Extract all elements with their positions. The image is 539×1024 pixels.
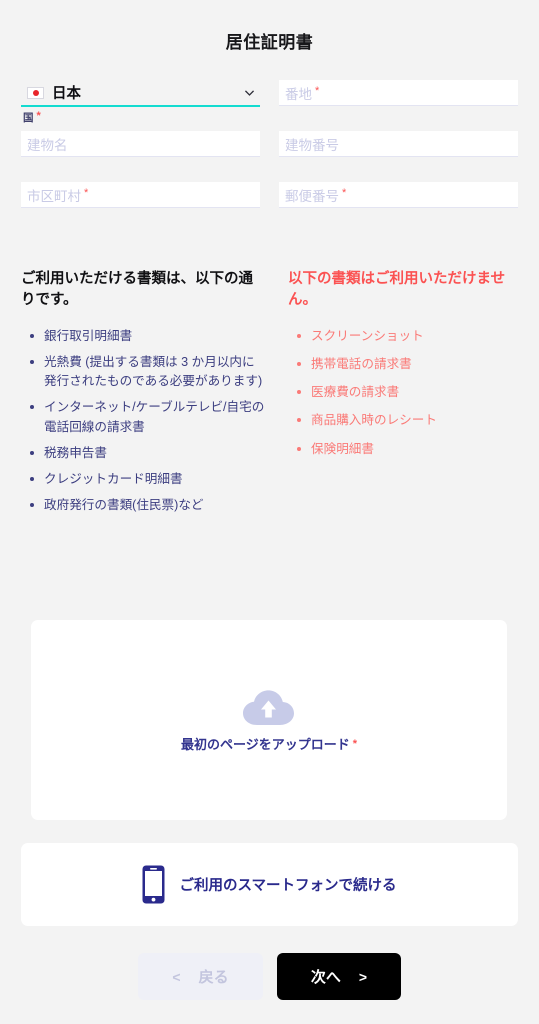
street-address-input[interactable]: 番地 * xyxy=(279,80,518,106)
continue-on-phone-label: ご利用のスマートフォンで続ける xyxy=(179,878,397,894)
list-item: 医療費の請求書 xyxy=(297,383,518,402)
back-button-label: 戻る xyxy=(198,969,229,986)
country-select[interactable]: 日本 xyxy=(21,80,260,107)
required-asterisk: * xyxy=(315,84,320,97)
building-number-placeholder: 建物番号 xyxy=(285,137,339,153)
postal-code-placeholder: 郵便番号 xyxy=(285,188,339,204)
country-label-text: 国 xyxy=(23,112,34,124)
list-item: インターネット/ケーブルテレビ/自宅の電話回線の請求書 xyxy=(30,398,266,436)
back-button[interactable]: < 戻る xyxy=(138,953,263,1000)
smartphone-icon xyxy=(142,865,165,904)
building-number-input[interactable]: 建物番号 xyxy=(279,131,518,157)
rejected-list: スクリーンショット 携帯電話の請求書 医療費の請求書 商品購入時のレシート 保険… xyxy=(285,327,518,459)
building-name-placeholder: 建物名 xyxy=(27,137,68,153)
list-item: 光熱費 (提出する書類は 3 か月以内に発行されたものである必要があります) xyxy=(30,353,266,391)
next-button[interactable]: 次へ > xyxy=(277,953,401,1000)
list-item: 政府発行の書類(住民票)など xyxy=(30,496,266,515)
country-value: 日本 xyxy=(52,86,81,102)
city-placeholder: 市区町村 xyxy=(27,188,81,204)
upload-label-text: 最初のページをアップロード xyxy=(180,737,350,752)
next-button-label: 次へ xyxy=(310,969,341,986)
accepted-documents: ご利用いただける書類は、以下の通りです。 銀行取引明細書 光熱費 (提出する書類… xyxy=(21,269,266,522)
postal-code-input[interactable]: 郵便番号 * xyxy=(279,182,518,208)
list-item: 保険明細書 xyxy=(297,440,518,459)
building-name-input[interactable]: 建物名 xyxy=(21,131,260,157)
country-label: 国 * xyxy=(21,110,260,125)
list-item: 銀行取引明細書 xyxy=(30,327,266,346)
street-address-placeholder: 番地 xyxy=(285,86,312,102)
jp-flag-icon xyxy=(27,86,44,99)
country-field: 日本 国 * xyxy=(21,80,260,131)
document-requirements: ご利用いただける書類は、以下の通りです。 銀行取引明細書 光熱費 (提出する書類… xyxy=(21,269,518,522)
building-number-field: 建物番号 xyxy=(279,131,518,182)
list-item: 商品購入時のレシート xyxy=(297,411,518,430)
page-title: 居住証明書 xyxy=(225,33,314,52)
postal-code-field: 郵便番号 * xyxy=(279,182,518,233)
list-item: スクリーンショット xyxy=(297,327,518,346)
required-asterisk: * xyxy=(342,186,347,199)
rejected-documents: 以下の書類はご利用いただけません。 スクリーンショット 携帯電話の請求書 医療費… xyxy=(285,269,518,522)
required-asterisk: * xyxy=(352,738,358,750)
upload-label: 最初のページをアップロード * xyxy=(181,734,357,753)
back-arrow-icon: < xyxy=(172,968,181,985)
upload-dropzone[interactable]: 最初のページをアップロード * xyxy=(31,620,507,820)
accepted-heading: ご利用いただける書類は、以下の通りです。 xyxy=(21,271,253,309)
list-item: 携帯電話の請求書 xyxy=(297,355,518,374)
next-arrow-icon: > xyxy=(358,968,368,985)
city-input[interactable]: 市区町村 * xyxy=(21,182,260,208)
navigation-bar: < 戻る 次へ > xyxy=(0,953,539,1000)
required-asterisk: * xyxy=(84,186,89,199)
rejected-heading: 以下の書類はご利用いただけません。 xyxy=(288,271,506,309)
building-name-field: 建物名 xyxy=(21,131,260,182)
street-address-field: 番地 * xyxy=(279,80,518,131)
accepted-list: 銀行取引明細書 光熱費 (提出する書類は 3 か月以内に発行されたものである必要… xyxy=(21,327,266,515)
continue-on-phone-button[interactable]: ご利用のスマートフォンで続ける xyxy=(21,843,518,926)
cloud-upload-icon xyxy=(242,687,296,727)
required-asterisk: * xyxy=(36,110,41,122)
city-field: 市区町村 * xyxy=(21,182,260,233)
address-form: 日本 国 * 番地 * 建物名 建物番号 市区町村 * 郵便番号 * xyxy=(21,80,518,233)
list-item: 税務申告書 xyxy=(30,444,266,463)
chevron-down-icon xyxy=(243,86,256,99)
residence-proof-page: 居住証明書 日本 国 * 番地 * 建物名 建物番号 市区町村 * 郵便番号 *… xyxy=(0,0,539,1024)
list-item: クレジットカード明細書 xyxy=(30,470,266,489)
